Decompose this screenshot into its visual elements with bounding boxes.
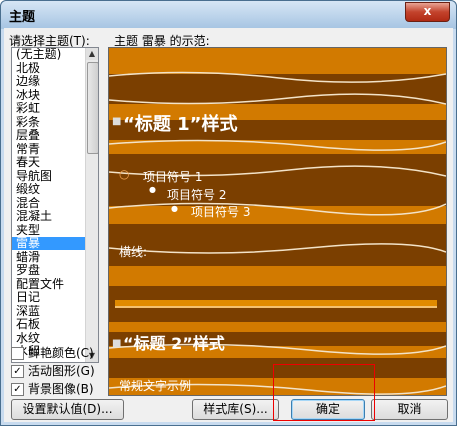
- theme-list-item[interactable]: 雷暴: [12, 237, 88, 250]
- theme-list-item[interactable]: 配置文件: [12, 278, 88, 291]
- preview-bullet-1: 项目符号 1: [143, 170, 203, 184]
- theme-list-item[interactable]: 导航图: [12, 170, 88, 183]
- highlight-box: [273, 364, 375, 421]
- theme-list-item[interactable]: 边缘: [12, 75, 88, 88]
- theme-preview: ■ “标题 1”样式 ○ 项目符号 1 ● 项目符号 2 ● 项目符号 3 横线…: [108, 47, 447, 396]
- bullet-dot-icon: ●: [171, 204, 178, 213]
- preview-normal-text: 常规文字示例: [119, 379, 192, 393]
- vivid-colors-option[interactable]: 鲜艳颜色(C): [11, 344, 94, 360]
- theme-list-item[interactable]: 混凝土: [12, 210, 88, 223]
- active-graphics-checkbox[interactable]: ✓: [11, 365, 24, 378]
- theme-list-item[interactable]: 缎纹: [12, 183, 88, 196]
- paragraph-marker-icon: ■: [112, 338, 122, 349]
- theme-list-item[interactable]: 北极: [12, 62, 88, 75]
- vivid-colors-label: 鲜艳颜色(C): [28, 346, 94, 360]
- theme-list-item[interactable]: 混合: [12, 197, 88, 210]
- vivid-colors-checkbox[interactable]: [11, 347, 24, 360]
- scroll-thumb[interactable]: [87, 62, 98, 154]
- preview-bullet-2: 项目符号 2: [167, 188, 227, 202]
- theme-list-item[interactable]: 水纹: [12, 332, 88, 345]
- theme-list-item[interactable]: 常青: [12, 143, 88, 156]
- bullet-dot-icon: ●: [149, 185, 156, 194]
- background-image-option[interactable]: ✓ 背景图像(B): [11, 380, 94, 396]
- dialog-client-area: 请选择主题(T): 主题 雷暴 的示范: (无主题) 北极 边缘 冰块 彩虹 彩条 层叠 常青…: [4, 28, 453, 422]
- theme-list-item[interactable]: 彩条: [12, 116, 88, 129]
- bullet-ring-icon: ○: [119, 167, 130, 181]
- preview-bullet-3: 项目符号 3: [191, 205, 251, 219]
- scroll-up-icon[interactable]: ▲: [86, 48, 98, 60]
- theme-list-item[interactable]: 日记: [12, 291, 88, 304]
- paragraph-marker-icon: ■: [112, 116, 122, 127]
- style-gallery-button[interactable]: 样式库(S)...: [192, 399, 279, 420]
- preview-hline-label: 横线:: [119, 245, 148, 259]
- theme-listbox[interactable]: (无主题) 北极 边缘 冰块 彩虹 彩条 层叠 常青 春天 导航图 缎纹 混合 混凝土 夹型 雷暴 蜡滑 罗盘配…: [11, 47, 99, 363]
- active-graphics-label: 活动图形(G): [28, 364, 95, 378]
- listbox-scrollbar[interactable]: ▲ ▼: [85, 48, 98, 362]
- theme-list-item[interactable]: 冰块: [12, 89, 88, 102]
- active-graphics-option[interactable]: ✓ 活动图形(G): [11, 362, 95, 378]
- set-default-button[interactable]: 设置默认值(D)...: [11, 399, 124, 420]
- window-title: 主题: [9, 10, 36, 25]
- title-bar[interactable]: 主题 x: [1, 1, 456, 28]
- theme-list-item[interactable]: 层叠: [12, 129, 88, 142]
- preview-heading1: “标题 1”样式: [123, 114, 238, 135]
- preview-heading2: “标题 2”样式: [123, 334, 225, 353]
- theme-list-item[interactable]: 彩虹: [12, 102, 88, 115]
- theme-list-item[interactable]: 深蓝: [12, 305, 88, 318]
- close-button[interactable]: x: [405, 2, 450, 22]
- theme-dialog: 主题 x 请选择主题(T): 主题 雷暴 的示范: (无主题) 北极 边缘 冰块 彩虹彩…: [0, 0, 457, 426]
- theme-list-item[interactable]: 石板: [12, 318, 88, 331]
- background-image-checkbox[interactable]: ✓: [11, 383, 24, 396]
- theme-list-item[interactable]: 罗盘: [12, 264, 88, 277]
- background-image-label: 背景图像(B): [28, 382, 94, 396]
- theme-list-item[interactable]: 蜡滑: [12, 251, 88, 264]
- theme-list-item[interactable]: 春天: [12, 156, 88, 169]
- theme-list-item[interactable]: 夹型: [12, 224, 88, 237]
- close-icon: x: [423, 4, 432, 18]
- theme-list-item[interactable]: (无主题): [12, 48, 88, 61]
- cancel-button[interactable]: 取消: [371, 399, 448, 420]
